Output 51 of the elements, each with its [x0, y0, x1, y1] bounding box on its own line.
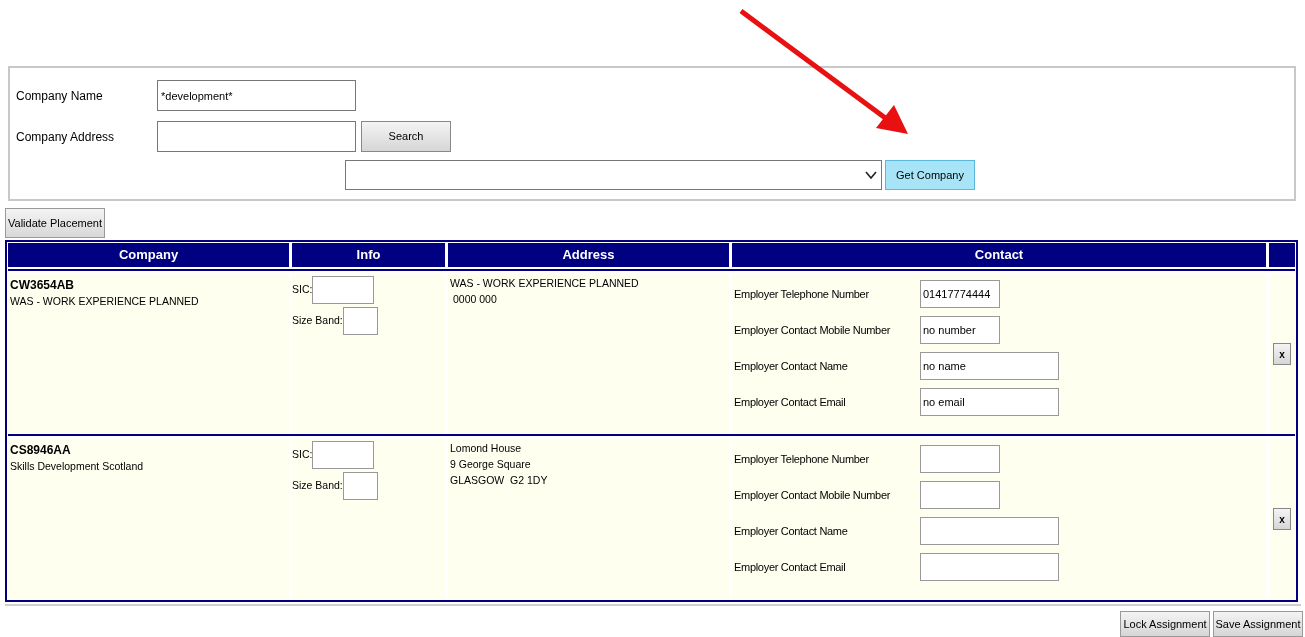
contact-field[interactable]: no number — [920, 316, 1000, 344]
sic-field[interactable] — [312, 276, 375, 304]
column-header: Info — [292, 243, 445, 267]
address-line: 0000 000 — [452, 291, 498, 307]
field-label: Employer Telephone Number — [734, 451, 870, 467]
chevron-down-icon — [865, 171, 877, 179]
contact-field[interactable] — [920, 553, 1059, 581]
search-button[interactable]: Search — [361, 121, 451, 152]
field-label: Employer Contact Mobile Number — [734, 487, 892, 503]
lock-assignment-button[interactable]: Lock Assignment — [1120, 611, 1210, 637]
field-label: Size Band: — [292, 313, 343, 329]
field-label: SIC: — [292, 447, 313, 463]
field-label: Company Address — [16, 128, 116, 146]
address-line: 9 George Square — [450, 456, 532, 472]
contact-field[interactable]: 01417774444 — [920, 280, 1000, 308]
company-name: WAS - WORK EXPERIENCE PLANNED — [10, 294, 200, 309]
company-name-field[interactable]: *development* — [157, 80, 356, 111]
company-code: CS8946AA — [10, 442, 72, 459]
column-header: Address — [448, 243, 729, 267]
remove-button[interactable]: x — [1273, 343, 1291, 365]
contact-field[interactable] — [920, 517, 1059, 545]
field-label: Employer Contact Name — [734, 358, 849, 374]
column-header: Contact — [732, 243, 1266, 267]
field-label: Employer Telephone Number — [734, 286, 870, 302]
size-band-field[interactable] — [342, 307, 378, 335]
field-label: Employer Contact Mobile Number — [734, 322, 892, 338]
field-label: Employer Contact Name — [734, 523, 849, 539]
company-name: Skills Development Scotland — [10, 459, 145, 474]
company-code: CW3654AB — [10, 277, 76, 294]
contact-field[interactable] — [920, 445, 1000, 473]
contact-field[interactable]: no email — [920, 388, 1059, 416]
validate-placement-button[interactable]: Validate Placement — [5, 208, 105, 238]
size-band-field[interactable] — [342, 472, 378, 500]
address-line: GLASGOW G2 1DY — [450, 472, 549, 488]
field-label: Employer Contact Email — [734, 559, 847, 575]
field-label: Size Band: — [292, 478, 343, 494]
field-label: SIC: — [292, 282, 313, 298]
save-assignment-button[interactable]: Save Assignment — [1213, 611, 1303, 637]
address-line: WAS - WORK EXPERIENCE PLANNED — [450, 276, 640, 291]
column-header: Company — [8, 243, 289, 267]
get-company-button[interactable]: Get Company — [885, 160, 975, 190]
company-address-field[interactable] — [157, 121, 356, 152]
contact-field[interactable]: no name — [920, 352, 1059, 380]
remove-button[interactable]: x — [1273, 508, 1291, 530]
sic-field[interactable] — [312, 441, 375, 469]
address-line: Lomond House — [450, 441, 523, 456]
company-dropdown[interactable] — [345, 160, 882, 190]
field-label: Company Name — [16, 87, 104, 105]
contact-field[interactable] — [920, 481, 1000, 509]
column-header — [1269, 243, 1295, 267]
field-label: Employer Contact Email — [734, 394, 847, 410]
